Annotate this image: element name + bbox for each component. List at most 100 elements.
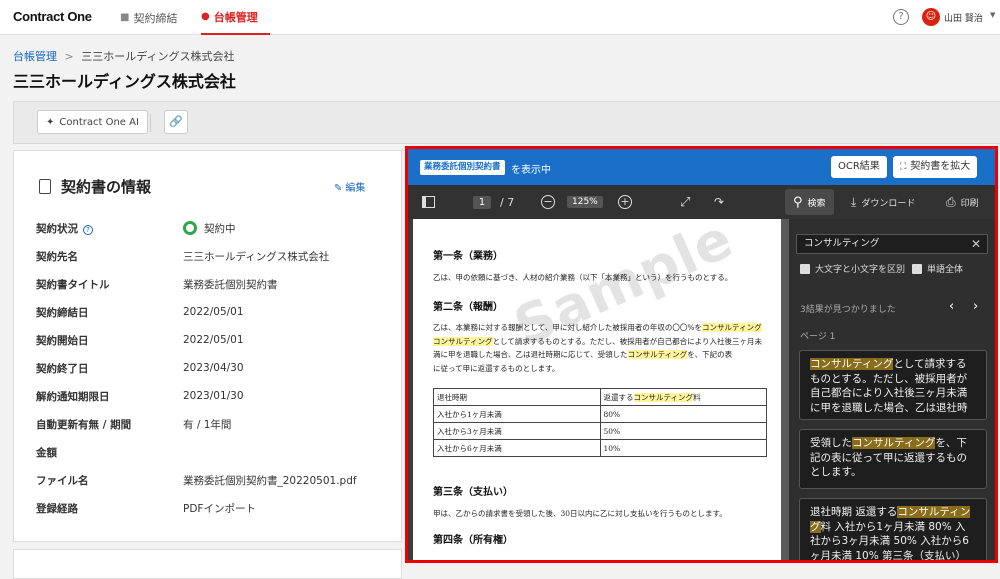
chevron-left-icon[interactable]: ‹ bbox=[949, 299, 954, 314]
highlight: コンサルティング bbox=[627, 350, 688, 359]
zoom-level[interactable]: 125% bbox=[567, 185, 603, 219]
article-heading: 第三条（支払い） bbox=[433, 487, 513, 498]
info-value: 2022/05/01 bbox=[183, 306, 244, 318]
table-row: 入社から1ヶ月未満 80% bbox=[433, 405, 767, 423]
link-button[interactable]: 🔗 bbox=[164, 110, 188, 134]
info-value: 三三ホールディングス株式会社 bbox=[183, 250, 330, 263]
pdf-toolbar: 1 / 7 − 125% + ⤢ ↷ ⚲ 検索 ⤓ ダウンロード ⎙ 印刷 bbox=[408, 185, 995, 219]
match-case-checkbox[interactable]: 大文字と小文字を区別 bbox=[800, 262, 905, 275]
search-query: コンサルティング bbox=[804, 238, 880, 249]
refund-table: 退社時期 返還するコンサルティング料 入社から1ヶ月未満 80% 入社から3ヶ月未… bbox=[433, 388, 767, 457]
page-number-input[interactable]: 1 bbox=[473, 185, 492, 219]
info-label: 登録経路 bbox=[36, 502, 78, 515]
info-row-auto-renew: 自動更新有無 / 期間 有 / 1年間 bbox=[36, 414, 396, 434]
article-body: 乙は、本業務に対する報酬として、甲に対し紹介した被採用者の年収の〇〇%をコンサル… bbox=[433, 321, 763, 375]
info-value-text: 契約中 bbox=[204, 222, 236, 235]
search-result-item[interactable]: コンサルティングとして請求するものとする。ただし、被採用者が自己都合により入社後… bbox=[799, 350, 987, 420]
rotate-icon[interactable]: ↷ bbox=[714, 185, 724, 219]
info-row-notice-date: 解約通知期限日 2023/01/30 bbox=[36, 386, 396, 406]
breadcrumb-separator: > bbox=[64, 50, 74, 63]
article-body: 甲は、乙からの請求書を受領した後、30日以内に乙に対し支払いを行うものとします。 bbox=[433, 509, 727, 518]
briefcase-icon: ● bbox=[201, 11, 210, 22]
tab-label: 契約締結 bbox=[133, 11, 178, 25]
fit-page-icon[interactable]: ⤢ bbox=[680, 185, 690, 219]
secondary-card bbox=[13, 549, 402, 579]
article-heading: 第四条（所有権） bbox=[433, 535, 513, 546]
divider bbox=[150, 114, 151, 132]
search-icon: ⚲ bbox=[793, 194, 803, 210]
ai-button-label: Contract One AI bbox=[59, 116, 139, 128]
checkbox-icon bbox=[800, 263, 810, 274]
pdf-page: Sample 第一条（業務） 乙は、甲の依頼に基づき、人材の紹介業務（以下「本業… bbox=[413, 219, 781, 560]
table-row: 退社時期 返還するコンサルティング料 bbox=[433, 388, 767, 406]
text-run: 満に甲を退職した場合、乙は退社時期に応じて、受領した bbox=[433, 350, 628, 359]
link-icon: 🔗 bbox=[169, 115, 183, 128]
people-icon: ■ bbox=[120, 12, 130, 23]
pencil-icon: ✎ bbox=[334, 183, 343, 194]
result-text: 受領した bbox=[810, 437, 852, 449]
breadcrumb-current: 三三ホールディングス株式会社 bbox=[81, 50, 235, 63]
help-icon[interactable]: ? bbox=[893, 9, 909, 25]
top-nav: Contract One ■ 契約締結 ● 台帳管理 ? ☺ 山田 賢治 ▼ bbox=[0, 0, 1000, 35]
search-panel: コンサルティング ✕ 大文字と小文字を区別 単語全体 3結果が見つかりました ‹… bbox=[789, 219, 995, 562]
document-chip[interactable]: 業務委託個別契約書 bbox=[420, 160, 505, 175]
expand-document-button[interactable]: ⛶ 契約書を拡大 bbox=[893, 156, 978, 178]
sidebar-toggle-icon[interactable] bbox=[422, 185, 435, 219]
info-row-source: 登録経路 PDFインポート bbox=[36, 498, 396, 518]
edit-label: 編集 bbox=[345, 183, 366, 194]
search-input[interactable]: コンサルティング ✕ bbox=[796, 234, 988, 254]
chevron-down-icon[interactable]: ▼ bbox=[990, 11, 995, 19]
result-page-label: ページ 1 bbox=[800, 332, 836, 342]
table-row: 入社から3ヶ月未満 50% bbox=[433, 422, 767, 440]
article-heading: 第一条（業務） bbox=[433, 251, 503, 262]
info-row-start-date: 契約開始日 2022/05/01 bbox=[36, 330, 396, 350]
text-run: として請求するものとする。ただし、被採用者が自己都合により入社後三ヶ月未 bbox=[492, 336, 762, 346]
table-cell: 入社から3ヶ月未満 bbox=[433, 422, 601, 440]
tab-ledger[interactable]: ● 台帳管理 bbox=[201, 0, 270, 35]
search-tab[interactable]: ⚲ 検索 bbox=[785, 189, 834, 215]
scrollbar[interactable] bbox=[781, 219, 789, 560]
zoom-in-icon[interactable]: + bbox=[618, 185, 632, 219]
close-icon[interactable]: ✕ bbox=[971, 235, 981, 253]
table-cell: 50% bbox=[599, 422, 767, 440]
user-name[interactable]: 山田 賢治 bbox=[944, 11, 983, 24]
download-button[interactable]: ⤓ ダウンロード bbox=[851, 185, 915, 219]
zoom-out-icon[interactable]: − bbox=[541, 185, 555, 219]
search-result-item[interactable]: 退社時期 返還するコンサルティング料 入社から1ヶ月未満 80% 入社から3ヶ月… bbox=[799, 498, 987, 562]
table-header-cell: 返還するコンサルティング料 bbox=[599, 388, 767, 406]
table-cell: 入社から1ヶ月未満 bbox=[433, 405, 601, 423]
checkbox-icon bbox=[912, 263, 922, 274]
info-value: 業務委託個別契約書 bbox=[183, 278, 278, 291]
result-text: 料 入社から1ヶ月未満 80% 入社から3ヶ月未満 50% 入社から6ヶ月未満 … bbox=[810, 520, 969, 562]
option-label: 単語全体 bbox=[927, 265, 964, 275]
info-label: 契約終了日 bbox=[36, 362, 89, 375]
chevron-right-icon[interactable]: › bbox=[973, 299, 978, 314]
info-label: 契約状況? bbox=[36, 221, 183, 236]
whole-word-checkbox[interactable]: 単語全体 bbox=[912, 262, 963, 275]
ocr-result-button[interactable]: OCR結果 bbox=[831, 156, 887, 178]
tab-contract-signing[interactable]: ■ 契約締結 bbox=[120, 0, 177, 35]
text-run: 料 bbox=[693, 392, 701, 402]
question-icon[interactable]: ? bbox=[83, 224, 93, 235]
text-run: 返還する bbox=[603, 392, 634, 402]
zoom-value: 125% bbox=[567, 196, 603, 208]
highlight: コンサルティング bbox=[633, 392, 694, 402]
print-label: 印刷 bbox=[960, 198, 979, 209]
article-body: 乙は、甲の依頼に基づき、人材の紹介業務（以下「本業務」という）を行うものとする。 bbox=[433, 273, 733, 282]
print-button[interactable]: ⎙ 印刷 bbox=[946, 185, 979, 219]
search-result-item[interactable]: 受領したコンサルティングを、下記の表に従って甲に返還するものとします。 bbox=[799, 429, 987, 489]
edit-button[interactable]: ✎ 編集 bbox=[334, 179, 365, 194]
breadcrumb-link-ledger[interactable]: 台帳管理 bbox=[13, 50, 57, 63]
logo[interactable]: Contract One bbox=[13, 9, 92, 24]
page-current[interactable]: 1 bbox=[473, 195, 492, 209]
page-total: / 7 bbox=[500, 195, 515, 209]
option-label: 大文字と小文字を区別 bbox=[815, 265, 906, 275]
info-value: 有 / 1年間 bbox=[183, 418, 232, 431]
avatar[interactable]: ☺ bbox=[922, 8, 940, 26]
contract-one-ai-button[interactable]: ✦ Contract One AI bbox=[37, 110, 148, 134]
table-row: 入社から6ヶ月未満 10% bbox=[433, 439, 767, 457]
text-run: を、下記の表 bbox=[687, 350, 733, 359]
info-label-text: 契約状況 bbox=[36, 222, 78, 235]
expand-label: 契約書を拡大 bbox=[910, 161, 971, 172]
action-toolbar: ✦ Contract One AI 🔗 bbox=[13, 101, 1000, 144]
